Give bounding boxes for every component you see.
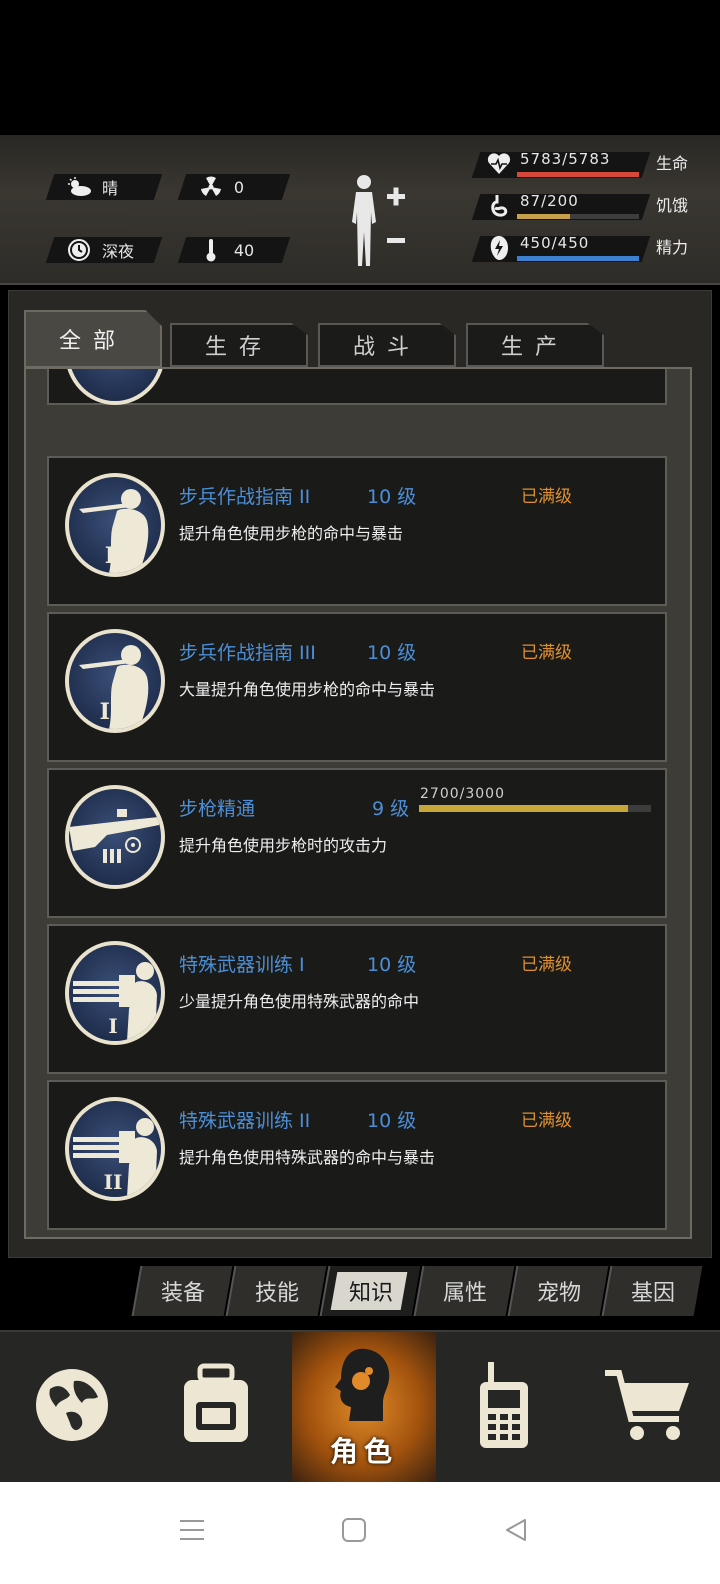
rifleman-icon: III — [65, 629, 165, 733]
hunger-value: 87/200 — [520, 192, 579, 210]
tab-production[interactable]: 生产 — [466, 323, 604, 367]
hunger-stat: 87/200 饥饿 — [471, 190, 716, 224]
svg-text:I: I — [108, 1014, 117, 1038]
nav-world-button[interactable] — [0, 1332, 144, 1482]
skill-description: 提升角色使用步枪时的攻击力 — [179, 836, 388, 855]
max-level-badge: 已满级 — [521, 643, 572, 663]
health-value: 5783/5783 — [520, 150, 611, 168]
subtab-equipment[interactable]: 装备 — [131, 1266, 233, 1316]
rifle-icon — [65, 785, 165, 889]
skill-level: 10 级 — [367, 954, 417, 976]
progress-bar — [419, 805, 651, 812]
list-item[interactable]: I 特殊武器训练 I 10 级 已满级 少量提升角色使用特殊武器的命中 — [47, 924, 667, 1074]
skill-level: 10 级 — [367, 486, 417, 508]
nav-character-label: 角色 — [329, 1435, 398, 1468]
energy-label: 精力 — [656, 238, 689, 257]
temperature-chip: 40 — [177, 237, 291, 263]
subtab-attributes[interactable]: 属性 — [413, 1266, 515, 1316]
backpack-icon — [176, 1362, 256, 1452]
energy-icon — [486, 234, 512, 262]
knowledge-list[interactable]: II 步兵作战指南 II 10 级 已满级 提升角色使用步枪的命中与暴击 III… — [24, 367, 692, 1239]
gatling-gunner-icon: II — [65, 1097, 165, 1201]
temperature-value: 40 — [234, 240, 255, 260]
skill-description: 提升角色使用步枪的命中与暴击 — [179, 524, 404, 543]
sub-tab-bar: 装备 技能 知识 属性 宠物 基因 — [130, 1266, 720, 1318]
radiation-icon — [198, 176, 224, 198]
max-level-badge: 已满级 — [521, 1111, 572, 1131]
bottom-nav: 角色 — [0, 1330, 720, 1482]
walkie-talkie-icon — [474, 1360, 534, 1454]
skill-description: 提升角色使用特殊武器的命中与暴击 — [179, 1148, 436, 1167]
tab-combat[interactable]: 战斗 — [318, 323, 456, 367]
time-chip: 深夜 — [45, 237, 163, 263]
energy-stat: 450/450 精力 — [471, 232, 716, 266]
list-item[interactable]: III 步兵作战指南 III 10 级 已满级 大量提升角色使用步枪的命中与暴击 — [47, 612, 667, 762]
tab-all[interactable]: 全部 — [24, 310, 162, 368]
health-stat: 5783/5783 生命 — [471, 148, 716, 182]
subtab-pets[interactable]: 宠物 — [507, 1266, 609, 1316]
max-level-badge: 已满级 — [521, 955, 572, 975]
skill-level: 10 级 — [367, 1110, 417, 1132]
list-item[interactable]: II 步兵作战指南 II 10 级 已满级 提升角色使用步枪的命中与暴击 — [47, 456, 667, 606]
weather-text: 晴 — [102, 179, 119, 198]
nav-shop-button[interactable] — [576, 1332, 720, 1482]
menu-icon[interactable] — [172, 1510, 212, 1550]
energy-value: 450/450 — [520, 234, 590, 252]
tab-survival[interactable]: 生存 — [170, 323, 308, 367]
body-status-icon[interactable] — [343, 172, 413, 268]
skill-description: 少量提升角色使用特殊武器的命中 — [179, 992, 420, 1011]
heart-icon — [486, 150, 512, 178]
hunger-bar — [517, 214, 639, 219]
status-bar-area — [0, 0, 720, 135]
subtab-knowledge[interactable]: 知识 — [319, 1266, 421, 1316]
svg-text:II: II — [104, 1170, 123, 1194]
character-icon — [329, 1345, 399, 1429]
hunger-label: 饥饿 — [656, 196, 689, 215]
svg-text:II: II — [105, 543, 126, 569]
energy-bar — [517, 256, 639, 261]
subtab-skills[interactable]: 技能 — [225, 1266, 327, 1316]
health-bar — [517, 172, 639, 177]
globe-icon — [32, 1365, 112, 1449]
skill-level: 10 级 — [367, 642, 417, 664]
nav-radio-button[interactable] — [432, 1332, 576, 1482]
radiation-chip: 0 — [177, 174, 291, 200]
weather-sunny-cloud-icon — [66, 176, 92, 198]
time-of-day-text: 深夜 — [102, 242, 135, 261]
cart-icon — [603, 1365, 693, 1449]
system-navigation-bar — [0, 1482, 720, 1584]
svg-text:III: III — [100, 699, 131, 725]
skill-name: 步兵作战指南 III — [179, 642, 316, 664]
thermometer-icon — [198, 239, 224, 262]
skill-name: 步枪精通 — [179, 798, 256, 820]
skill-name: 步兵作战指南 II — [179, 486, 311, 508]
list-item-partial[interactable] — [47, 369, 667, 405]
skill-name: 特殊武器训练 I — [179, 954, 305, 976]
skill-name: 特殊武器训练 II — [179, 1110, 311, 1132]
nav-character-button[interactable]: 角色 — [292, 1332, 436, 1482]
rifleman-icon: II — [65, 473, 165, 577]
back-icon[interactable] — [496, 1510, 536, 1550]
home-icon[interactable] — [334, 1510, 374, 1550]
list-item[interactable]: II 特殊武器训练 II 10 级 已满级 提升角色使用特殊武器的命中与暴击 — [47, 1080, 667, 1230]
health-label: 生命 — [656, 154, 689, 173]
list-item[interactable]: 步枪精通 9 级 2700/3000 提升角色使用步枪时的攻击力 — [47, 768, 667, 918]
max-level-badge: 已满级 — [521, 487, 572, 507]
subtab-genes[interactable]: 基因 — [601, 1266, 703, 1316]
radiation-value: 0 — [234, 177, 245, 197]
skill-description: 大量提升角色使用步枪的命中与暴击 — [179, 680, 436, 699]
clock-icon — [66, 239, 92, 261]
nav-inventory-button[interactable] — [144, 1332, 288, 1482]
skill-level: 9 级 — [372, 798, 410, 820]
skill-badge-icon — [65, 369, 165, 405]
gatling-gunner-icon: I — [65, 941, 165, 1045]
stomach-icon — [486, 192, 512, 220]
progress-text: 2700/3000 — [420, 786, 505, 802]
weather-chip: 晴 — [45, 174, 163, 200]
